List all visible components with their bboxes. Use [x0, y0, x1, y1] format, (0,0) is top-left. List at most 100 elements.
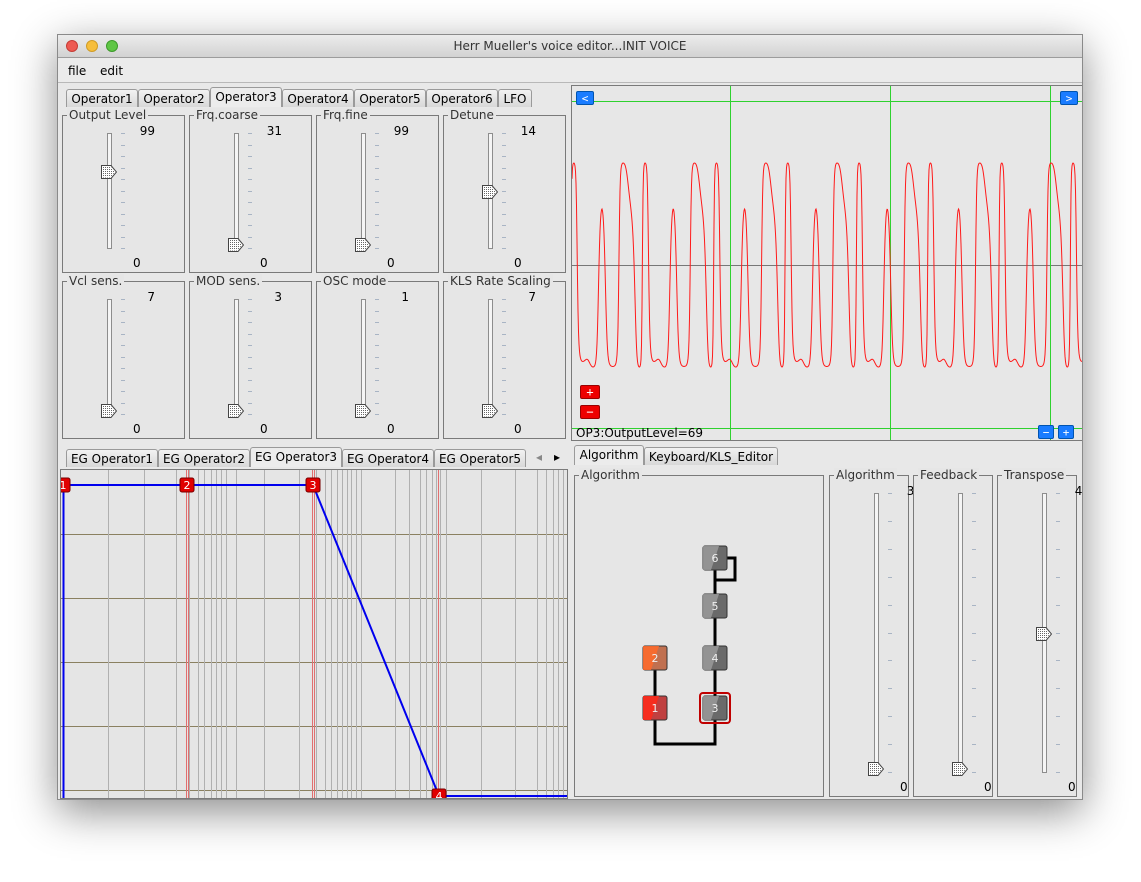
slider-output-level-track [107, 133, 112, 249]
slider-frq-fine-thumb[interactable] [355, 237, 372, 252]
tab-operator4[interactable]: Operator4 [282, 89, 354, 107]
slider-mod-sens: MOD sens. 3 0 [189, 274, 312, 439]
slider-frq-fine-min: 0 [387, 256, 395, 270]
tab-keyboard-kls-editor[interactable]: Keyboard/KLS_Editor [644, 447, 778, 465]
slider-output-level: Output Level 99 0 [62, 108, 185, 273]
slider-frq-fine-track [361, 133, 366, 249]
slider-output-level-ticks [121, 133, 125, 249]
slider-vcl-sens: Vcl sens. 7 0 [62, 274, 185, 439]
svg-text:2: 2 [652, 652, 659, 665]
tab-eg-operator3[interactable]: EG Operator3 [250, 447, 342, 467]
eg-tab-scroll-left-icon[interactable]: ◂ [536, 450, 542, 464]
wave-prev-button[interactable]: < [576, 91, 594, 105]
slider-kls-rate-scaling-title: KLS Rate Scaling [448, 274, 553, 288]
envelope-editor[interactable]: 1 2 3 4 [60, 469, 568, 799]
svg-text:1: 1 [652, 702, 659, 715]
slider-frq-fine: Frq.fine 99 0 [316, 108, 439, 273]
slider-vcl-sens-title: Vcl sens. [67, 274, 125, 288]
slider-transpose-thumb[interactable] [1036, 626, 1053, 641]
slider-algorithm-title: Algorithm [834, 468, 897, 482]
tab-operator6[interactable]: Operator6 [426, 89, 498, 107]
app-window: Herr Mueller's voice editor...INIT VOICE… [57, 34, 1083, 800]
menu-edit[interactable]: edit [100, 64, 123, 78]
svg-text:4: 4 [712, 652, 719, 665]
envelope-plot: 1 2 3 4 [61, 470, 567, 798]
algorithm-operator-3[interactable]: 3 [699, 692, 731, 724]
time-zoom-in-button[interactable]: + [1058, 425, 1074, 439]
algorithm-operator-4[interactable]: 4 [702, 645, 728, 671]
eg-point-2[interactable]: 2 [179, 477, 195, 493]
slider-frq-coarse-min: 0 [260, 256, 268, 270]
slider-transpose-title: Transpose [1002, 468, 1067, 482]
slider-frq-coarse-track [234, 133, 239, 249]
slider-mod-sens-ticks [248, 299, 252, 415]
slider-frq-coarse-ticks [248, 133, 252, 249]
slider-feedback: Feedback70 [913, 468, 1006, 797]
slider-frq-fine-title: Frq.fine [321, 108, 370, 122]
algorithm-operator-6[interactable]: 6 [702, 545, 728, 571]
slider-frq-fine-ticks [375, 133, 379, 249]
slider-osc-mode-thumb[interactable] [355, 403, 372, 418]
slider-output-level-thumb[interactable] [101, 164, 118, 179]
eg-point-3[interactable]: 3 [305, 477, 321, 493]
tab-eg-operator2[interactable]: EG Operator2 [158, 449, 250, 467]
tab-algorithm[interactable]: Algorithm [574, 445, 644, 465]
slider-osc-mode-min: 0 [387, 422, 395, 436]
slider-kls-rate-scaling-min: 0 [514, 422, 522, 436]
slider-transpose-value: 48 [1074, 484, 1083, 498]
tab-eg-operator5[interactable]: EG Operator5 [434, 449, 526, 467]
slider-kls-rate-scaling-track [488, 299, 493, 415]
slider-kls-rate-scaling-thumb[interactable] [482, 403, 499, 418]
slider-mod-sens-thumb[interactable] [228, 403, 245, 418]
slider-feedback-ticks [972, 493, 976, 773]
title-bar: Herr Mueller's voice editor...INIT VOICE [58, 35, 1082, 58]
slider-algorithm-thumb[interactable] [868, 761, 885, 776]
slider-vcl-sens-thumb[interactable] [101, 403, 118, 418]
slider-transpose-min: 0 [1068, 780, 1076, 794]
tab-operator3[interactable]: Operator3 [210, 87, 282, 107]
slider-vcl-sens-min: 0 [133, 422, 141, 436]
tab-lfo[interactable]: LFO [498, 89, 532, 107]
slider-transpose-ticks [1056, 493, 1060, 773]
eg-tab-scroll-right-icon[interactable]: ▸ [554, 450, 560, 464]
algorithm-diagram-panel: Algorithm 123456 [574, 468, 824, 797]
algorithm-operator-5[interactable]: 5 [702, 593, 728, 619]
tab-operator2[interactable]: Operator2 [138, 89, 210, 107]
slider-output-level-min: 0 [133, 256, 141, 270]
window-title: Herr Mueller's voice editor...INIT VOICE [453, 39, 687, 53]
algorithm-operator-2[interactable]: 2 [642, 645, 668, 671]
algorithm-operator-1[interactable]: 1 [642, 695, 668, 721]
slider-frq-coarse-thumb[interactable] [228, 237, 245, 252]
slider-detune-ticks [502, 133, 506, 249]
waveform-plot [572, 86, 1082, 440]
slider-algorithm-track [874, 493, 879, 773]
svg-text:5: 5 [712, 600, 719, 613]
slider-detune-thumb[interactable] [482, 184, 499, 199]
slider-feedback-thumb[interactable] [952, 761, 969, 776]
amplitude-zoom-in-button[interactable]: + [580, 385, 600, 399]
wave-next-button[interactable]: > [1060, 91, 1078, 105]
slider-algorithm: Algorithm310 [829, 468, 922, 797]
slider-osc-mode-track [361, 299, 366, 415]
svg-text:2: 2 [184, 479, 191, 492]
slider-feedback-track [958, 493, 963, 773]
amplitude-zoom-out-button[interactable]: − [580, 405, 600, 419]
svg-text:3: 3 [712, 702, 719, 715]
slider-osc-mode: OSC mode 1 0 [316, 274, 439, 439]
tab-eg-operator4[interactable]: EG Operator4 [342, 449, 434, 467]
slider-feedback-min: 0 [984, 780, 992, 794]
time-zoom-out-button[interactable]: − [1038, 425, 1054, 439]
algorithm-tab-strip: Algorithm Keyboard/KLS_Editor [572, 445, 1082, 467]
tab-operator1[interactable]: Operator1 [66, 89, 138, 107]
menu-file[interactable]: file [68, 64, 86, 78]
svg-text:1: 1 [61, 479, 67, 492]
operator-tab-strip: Operator1 Operator2 Operator3 Operator4 … [62, 87, 568, 109]
slider-algorithm-min: 0 [900, 780, 908, 794]
slider-frq-coarse-title: Frq.coarse [194, 108, 261, 122]
slider-feedback-title: Feedback [918, 468, 980, 482]
eg-point-4[interactable]: 4 [431, 788, 447, 798]
tab-operator5[interactable]: Operator5 [354, 89, 426, 107]
tab-eg-operator1[interactable]: EG Operator1 [66, 449, 158, 467]
eg-point-1[interactable]: 1 [61, 477, 71, 493]
eg-tab-strip: EG Operator1 EG Operator2 EG Operator3 E… [62, 447, 568, 469]
